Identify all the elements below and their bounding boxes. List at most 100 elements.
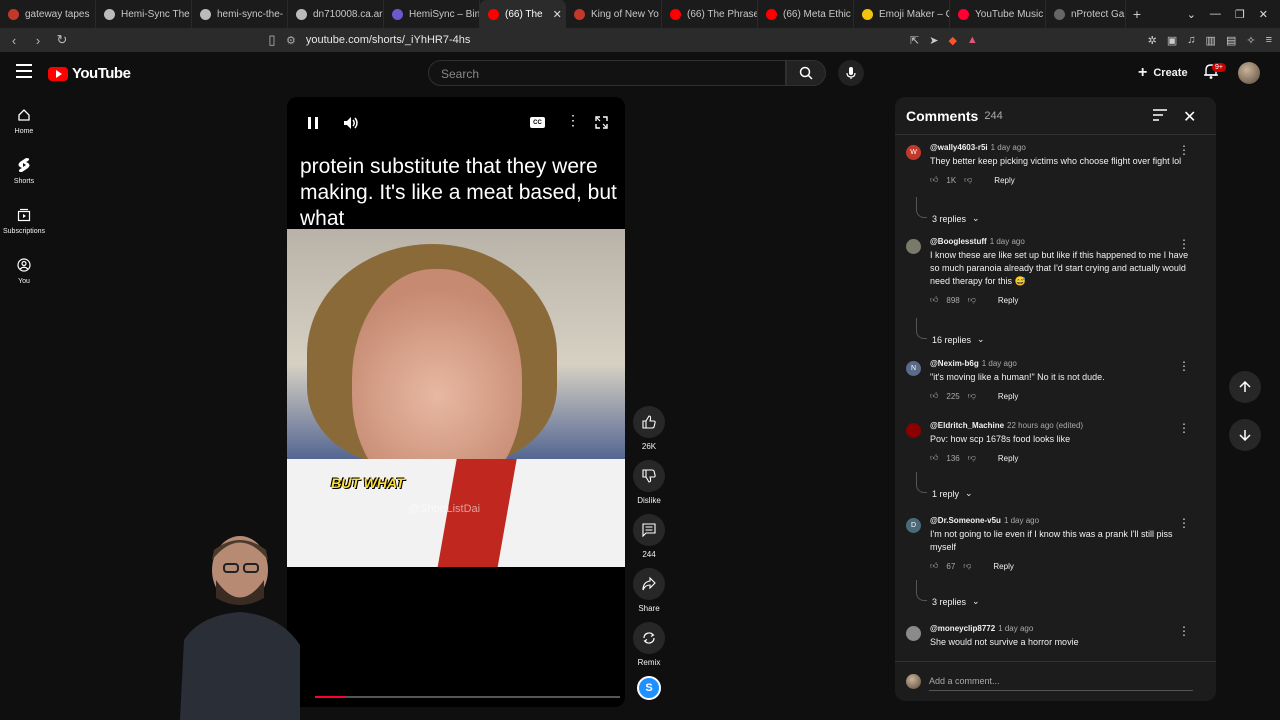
- browser-tab[interactable]: (66) The Phrase: [662, 0, 758, 28]
- sidebar-icon[interactable]: ▥: [1206, 34, 1216, 47]
- commenter-avatar[interactable]: [906, 626, 921, 641]
- comment-like-icon[interactable]: 👍︎: [930, 175, 938, 185]
- dislike-action[interactable]: Dislike: [630, 460, 668, 505]
- wallet-icon[interactable]: ▤: [1226, 34, 1236, 47]
- commenter-avatar[interactable]: [906, 423, 921, 438]
- minimize-icon[interactable]: —: [1210, 8, 1221, 20]
- sidebar-item-subscriptions[interactable]: Subscriptions: [0, 196, 48, 246]
- like-action[interactable]: 26K: [630, 406, 668, 451]
- add-comment-input[interactable]: Add a comment...: [929, 673, 1193, 691]
- voice-search-button[interactable]: [838, 60, 864, 86]
- new-tab-icon[interactable]: +: [1126, 6, 1148, 22]
- comment-reply-button[interactable]: Reply: [998, 454, 1018, 463]
- sidebar-item-you[interactable]: You: [0, 246, 48, 296]
- screenshot-icon[interactable]: ▣: [1167, 34, 1177, 47]
- site-info-icon[interactable]: ⚙: [286, 34, 296, 47]
- dislike-button[interactable]: [633, 460, 665, 492]
- comment-more-icon[interactable]: ⋮: [1178, 359, 1190, 373]
- comment-author[interactable]: @Booglesstuff: [930, 237, 987, 246]
- send-icon[interactable]: ➤: [929, 34, 938, 47]
- bookmark-icon[interactable]: ▯: [262, 32, 282, 48]
- captions-icon[interactable]: CC: [530, 117, 545, 128]
- menu-icon[interactable]: ≡: [1266, 34, 1272, 46]
- remix-action[interactable]: Remix: [630, 622, 668, 667]
- fullscreen-icon[interactable]: [595, 116, 608, 129]
- comment-more-icon[interactable]: ⋮: [1178, 516, 1190, 530]
- comment-dislike-icon[interactable]: 👎︎: [968, 453, 976, 463]
- sidebar-item-home[interactable]: Home: [0, 96, 48, 146]
- browser-tab[interactable]: HemiSync – Bin: [384, 0, 480, 28]
- commenter-avatar[interactable]: [906, 239, 921, 254]
- comment-like-icon[interactable]: 👍︎: [930, 295, 938, 305]
- comment-dislike-icon[interactable]: 👎︎: [968, 295, 976, 305]
- channel-avatar[interactable]: S: [637, 676, 661, 700]
- comment-dislike-icon[interactable]: 👎︎: [963, 561, 971, 571]
- comment-dislike-icon[interactable]: 👎︎: [968, 391, 976, 401]
- comment-reply-button[interactable]: Reply: [993, 562, 1013, 571]
- brave-shield-icon[interactable]: ◆: [948, 34, 956, 47]
- browser-tab[interactable]: Hemi-Sync The: [96, 0, 192, 28]
- comment-author[interactable]: @wally4603-r5i: [930, 143, 988, 152]
- sort-icon[interactable]: [1153, 109, 1167, 121]
- commenter-avatar[interactable]: N: [906, 361, 921, 376]
- commenter-avatar[interactable]: D: [906, 518, 921, 533]
- browser-tab[interactable]: YouTube Music: [950, 0, 1046, 28]
- comments-action[interactable]: 244: [630, 514, 668, 559]
- browser-tab[interactable]: dn710008.ca.ar: [288, 0, 384, 28]
- browser-tab[interactable]: (66) Meta Ethic: [758, 0, 854, 28]
- account-avatar[interactable]: [1238, 62, 1260, 84]
- channel-avatar-action[interactable]: S: [630, 676, 668, 700]
- comment-dislike-icon[interactable]: 👎︎: [964, 175, 972, 185]
- browser-tab[interactable]: nProtect Game: [1046, 0, 1126, 28]
- close-comments-icon[interactable]: ✕: [1183, 107, 1196, 127]
- open-app-icon[interactable]: ⇱: [910, 34, 919, 47]
- pause-icon[interactable]: [307, 116, 319, 130]
- media-icon[interactable]: ♫: [1187, 34, 1195, 46]
- sidebar-item-shorts[interactable]: Shorts: [0, 146, 48, 196]
- comment-more-icon[interactable]: ⋮: [1178, 421, 1190, 435]
- comment-like-icon[interactable]: 👍︎: [930, 391, 938, 401]
- remix-button[interactable]: [633, 622, 665, 654]
- comment-author[interactable]: @moneyclip8772: [930, 624, 995, 633]
- create-button[interactable]: + Create: [1130, 60, 1196, 86]
- comment-reply-button[interactable]: Reply: [994, 176, 1014, 185]
- tab-list-icon[interactable]: ⌄: [1187, 8, 1196, 21]
- reload-icon[interactable]: ↻: [52, 32, 72, 48]
- comment-like-icon[interactable]: 👍︎: [930, 561, 938, 571]
- extensions-icon[interactable]: ✲: [1148, 34, 1157, 47]
- share-button[interactable]: [633, 568, 665, 600]
- like-button[interactable]: [633, 406, 665, 438]
- comment-author[interactable]: @Nexim-b6g: [930, 359, 979, 368]
- video-progress-bar[interactable]: [315, 696, 620, 698]
- browser-tab[interactable]: Emoji Maker – C: [854, 0, 950, 28]
- rewards-icon[interactable]: ▲: [967, 34, 978, 46]
- search-button[interactable]: [786, 60, 826, 86]
- replies-toggle[interactable]: 16 replies ⌄: [916, 318, 985, 345]
- shorts-video-player[interactable]: CC ⋮ BUT WHAT @ShortListDai protein subs…: [287, 97, 625, 707]
- replies-toggle[interactable]: 1 reply ⌄: [916, 472, 973, 499]
- replies-toggle[interactable]: 3 replies ⌄: [916, 197, 980, 224]
- guide-menu-icon[interactable]: [16, 64, 32, 78]
- browser-tab[interactable]: (66) The ✕: [480, 0, 566, 28]
- search-input[interactable]: Search: [428, 60, 786, 86]
- replies-toggle[interactable]: 3 replies ⌄: [916, 580, 980, 607]
- comment-author[interactable]: @Eldritch_Machine: [930, 421, 1004, 430]
- browser-tab[interactable]: gateway tapes: [0, 0, 96, 28]
- comments-button[interactable]: [633, 514, 665, 546]
- comment-author[interactable]: @Dr.Someone-v5u: [930, 516, 1001, 525]
- comment-reply-button[interactable]: Reply: [998, 392, 1018, 401]
- previous-short-button[interactable]: [1229, 371, 1261, 403]
- commenter-avatar[interactable]: W: [906, 145, 921, 160]
- comment-more-icon[interactable]: ⋮: [1178, 624, 1190, 638]
- comment-more-icon[interactable]: ⋮: [1178, 143, 1190, 157]
- comment-more-icon[interactable]: ⋮: [1178, 237, 1190, 251]
- tab-close-icon[interactable]: ✕: [553, 8, 562, 21]
- forward-icon[interactable]: ›: [28, 33, 48, 48]
- back-icon[interactable]: ‹: [4, 33, 24, 48]
- comment-reply-button[interactable]: Reply: [998, 296, 1018, 305]
- comment-like-icon[interactable]: 👍︎: [930, 453, 938, 463]
- share-action[interactable]: Share: [630, 568, 668, 613]
- volume-icon[interactable]: [343, 115, 359, 131]
- next-short-button[interactable]: [1229, 419, 1261, 451]
- close-window-icon[interactable]: ✕: [1259, 8, 1268, 21]
